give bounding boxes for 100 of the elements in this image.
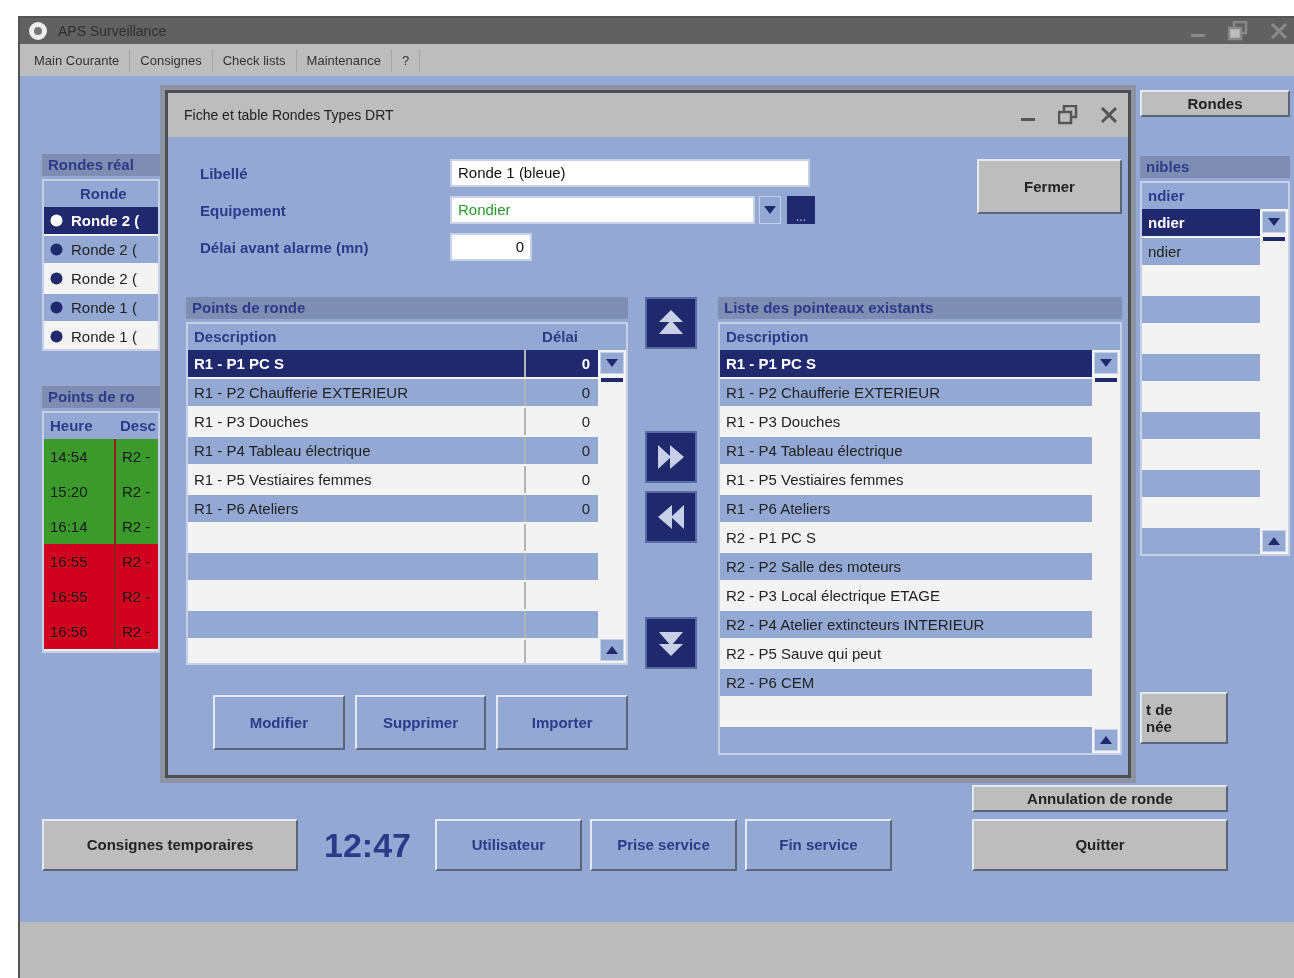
list-row[interactable]: R2 - P4 Atelier extincteurs INTERIEUR xyxy=(720,611,1092,638)
scroll-up-button[interactable] xyxy=(1262,530,1286,552)
add-button[interactable] xyxy=(645,431,697,483)
column-header: Ronde xyxy=(79,184,128,204)
menu-item[interactable]: Check lists xyxy=(212,48,297,72)
triangle-down-icon xyxy=(764,206,776,214)
dropdown-button[interactable] xyxy=(759,196,781,224)
dropdown-field[interactable]: Rondier xyxy=(450,196,755,224)
list-row[interactable]: 14:54 R2 - xyxy=(44,439,158,474)
rewind-icon xyxy=(656,503,686,531)
triangle-down-icon xyxy=(1100,359,1112,367)
panel-title: Liste des pointeaux existants xyxy=(718,297,1122,319)
list-cell: Ronde 1 ( xyxy=(71,328,137,345)
list-row[interactable]: R1 - P2 Chaufferie EXTERIEUR xyxy=(720,379,1092,406)
list-row[interactable]: R1 - P1 PC S xyxy=(720,350,1092,377)
list-row[interactable]: 16:14 R2 - xyxy=(44,509,158,544)
scroll-down-button[interactable] xyxy=(1262,211,1286,233)
table-cell-text: R1 - P5 Vestiaires femmes xyxy=(193,471,373,488)
column-header: ndier xyxy=(1147,186,1186,206)
number-field[interactable]: 0 xyxy=(450,233,532,261)
dot-icon xyxy=(50,243,63,256)
browse-button[interactable]: ... xyxy=(787,196,815,224)
list-cell-text: ndier xyxy=(1147,243,1183,260)
list-row[interactable]: R1 - P2 Chaufferie EXTERIEUR 0 xyxy=(188,379,598,406)
list-row[interactable]: R1 - P6 Ateliers 0 xyxy=(188,495,598,522)
panel-title: Points de ro xyxy=(42,386,160,408)
table-cell-text: R1 - P6 Ateliers xyxy=(193,500,300,517)
list-cell-text: R2 - P1 PC S xyxy=(725,529,818,546)
list-row[interactable]: R1 - P6 Ateliers xyxy=(720,495,1092,522)
table-cell: 16:56 xyxy=(44,614,114,649)
column-header: Desc xyxy=(119,416,157,436)
close-button[interactable]: Fermer xyxy=(977,159,1122,214)
toolbar-button[interactable]: Utilisateur xyxy=(434,819,582,871)
triangle-up-icon xyxy=(606,646,618,654)
clock: 12:47 xyxy=(324,825,411,865)
field-label: Délai avant alarme (mn) xyxy=(200,238,370,256)
menu-item[interactable]: Consignes xyxy=(130,48,213,72)
menu-item[interactable]: Maintenance xyxy=(296,48,393,72)
table-cell: R2 - xyxy=(114,544,158,579)
list-cell-text: ndier xyxy=(1147,214,1186,231)
list-row[interactable]: 15:20 R2 - xyxy=(44,474,158,509)
table-cell: 0 xyxy=(524,379,596,406)
text-field[interactable]: Ronde 1 (bleue) xyxy=(450,159,810,187)
list-row[interactable]: ndier xyxy=(1142,238,1260,265)
move-bottom-button[interactable] xyxy=(645,617,697,669)
list-cell-text: R1 - P2 Chaufferie EXTERIEUR xyxy=(725,384,941,401)
menu-item[interactable]: ? xyxy=(392,48,421,72)
table-cell-text: R1 - P2 Chaufferie EXTERIEUR xyxy=(193,384,409,401)
list-row[interactable]: R1 - P4 Tableau électrique xyxy=(720,437,1092,464)
table-cell-text: R1 - P4 Tableau électrique xyxy=(193,442,372,459)
field-label: Equipement xyxy=(200,201,287,219)
list-row[interactable]: R2 - P6 CEM xyxy=(720,669,1092,696)
table-cell: 16:55 xyxy=(44,579,114,614)
move-top-button[interactable] xyxy=(645,297,697,349)
list-cell: Ronde 1 ( xyxy=(71,299,137,316)
list-row[interactable]: Ronde 2 ( xyxy=(44,207,158,234)
table-cell: 0 xyxy=(524,350,596,377)
column-header: Description xyxy=(193,327,278,347)
toolbar-button[interactable]: Prise service xyxy=(589,819,737,871)
edition-button[interactable]: t de née xyxy=(1140,692,1228,744)
list-row[interactable]: R2 - P2 Salle des moteurs xyxy=(720,553,1092,580)
list-row[interactable]: Ronde 2 ( xyxy=(44,236,158,263)
list-row[interactable]: R1 - P1 PC S 0 xyxy=(188,350,598,377)
menu-item[interactable]: Main Courante xyxy=(24,48,131,72)
consignes-button[interactable]: Consignes temporaires xyxy=(42,819,298,871)
list-cell-text: R2 - P5 Sauve qui peut xyxy=(725,645,883,662)
cancel-round-button[interactable]: Annulation de ronde xyxy=(972,785,1228,812)
list-row[interactable]: R1 - P4 Tableau électrique 0 xyxy=(188,437,598,464)
action-button[interactable]: Supprimer xyxy=(354,695,487,750)
toolbar-button[interactable]: Fin service xyxy=(744,819,892,871)
close-icon[interactable] xyxy=(1100,106,1118,124)
table-cell: R2 - xyxy=(114,614,158,649)
triangle-up-icon xyxy=(1268,537,1280,545)
action-button[interactable]: Importer xyxy=(496,695,628,750)
triangle-up-icon xyxy=(1100,736,1112,744)
column-header: Délai xyxy=(541,327,579,347)
scroll-down-button[interactable] xyxy=(600,352,624,374)
list-cell-text: R2 - P4 Atelier extincteurs INTERIEUR xyxy=(725,616,986,633)
list-row[interactable]: Ronde 1 ( xyxy=(44,294,158,321)
fast-forward-icon xyxy=(656,443,686,471)
action-button[interactable]: Modifier xyxy=(213,695,345,750)
triangle-down-icon xyxy=(606,359,618,367)
remove-button[interactable] xyxy=(645,491,697,543)
table-cell: R2 - xyxy=(114,439,158,474)
scroll-down-button[interactable] xyxy=(1094,352,1118,374)
scroll-thumb[interactable] xyxy=(1095,378,1117,382)
list-cell-text: R1 - P3 Douches xyxy=(725,413,842,430)
scroll-thumb[interactable] xyxy=(1263,237,1285,241)
table-cell: 0 xyxy=(524,466,596,493)
rondes-button[interactable]: Rondes xyxy=(1140,90,1290,117)
list-row[interactable]: ndier xyxy=(1142,209,1260,236)
scroll-up-button[interactable] xyxy=(1094,729,1118,751)
dot-icon xyxy=(50,330,63,343)
field-label: Libellé xyxy=(200,164,249,182)
scroll-up-button[interactable] xyxy=(600,639,624,661)
panel-title: Points de ronde xyxy=(186,297,628,319)
restore-icon[interactable] xyxy=(1058,105,1078,125)
restore-icon[interactable] xyxy=(1228,21,1248,41)
quit-button[interactable]: Quitter xyxy=(972,819,1228,871)
scroll-thumb[interactable] xyxy=(601,378,623,382)
